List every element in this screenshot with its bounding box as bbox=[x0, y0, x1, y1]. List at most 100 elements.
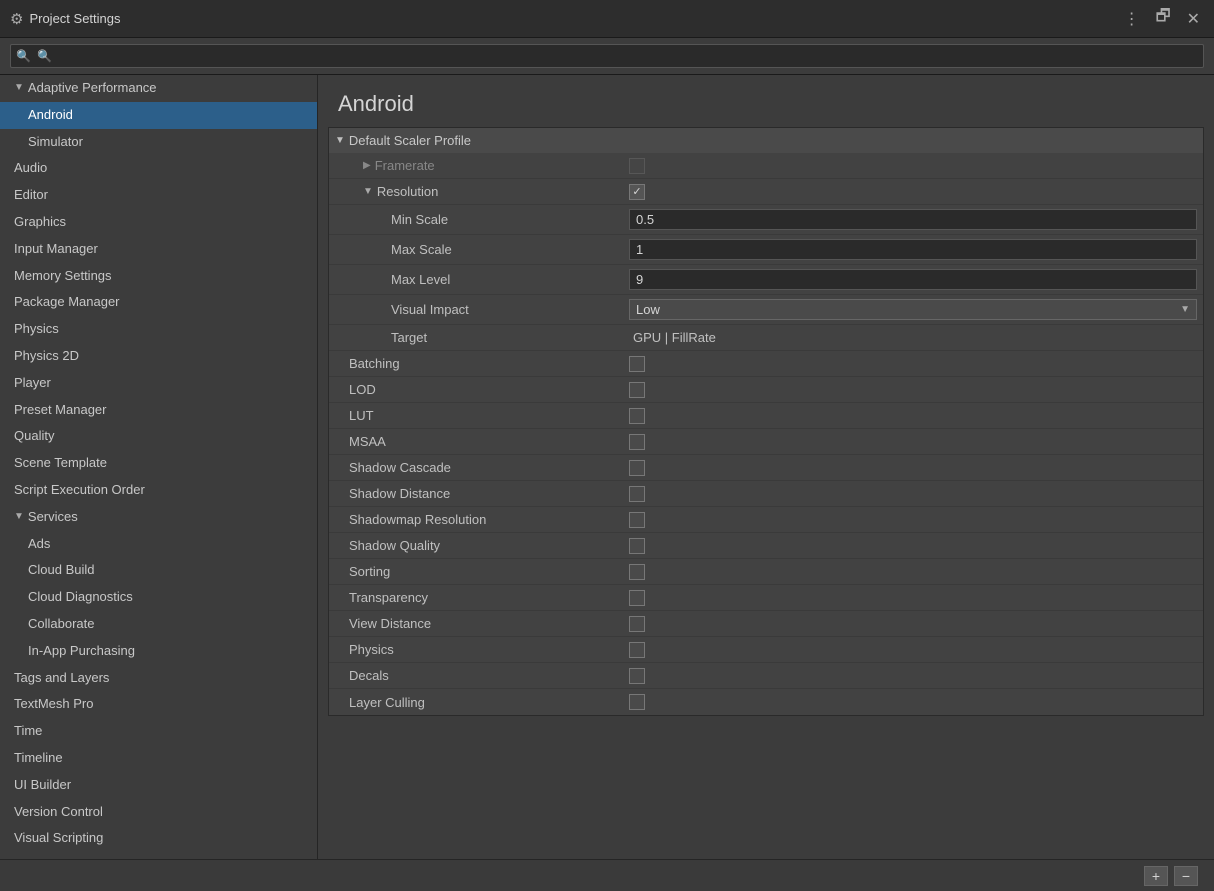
scaler-checkbox-4[interactable] bbox=[629, 460, 645, 476]
scaler-label-10: View Distance bbox=[349, 616, 629, 631]
bottom-toolbar: + − bbox=[0, 859, 1214, 891]
add-button[interactable]: + bbox=[1144, 866, 1168, 886]
sidebar-item-graphics[interactable]: Graphics bbox=[0, 209, 317, 236]
default-scaler-header[interactable]: Default Scaler Profile bbox=[329, 128, 1203, 153]
max_scale-field bbox=[629, 239, 1197, 260]
scaler-label-7: Shadow Quality bbox=[349, 538, 629, 553]
sidebar-item-audio[interactable]: Audio bbox=[0, 155, 317, 182]
scaler-checkbox-11[interactable] bbox=[629, 642, 645, 658]
visual_impact-label: Visual Impact bbox=[349, 302, 629, 317]
sidebar-item-label: Package Manager bbox=[14, 292, 120, 313]
sidebar-item-scene-template[interactable]: Scene Template bbox=[0, 450, 317, 477]
scaler-row-batching: Batching bbox=[329, 351, 1203, 377]
scaler-checkbox-10[interactable] bbox=[629, 616, 645, 632]
sidebar-item-time[interactable]: Time bbox=[0, 718, 317, 745]
sidebar-item-physics-2d[interactable]: Physics 2D bbox=[0, 343, 317, 370]
framerate-checkbox[interactable] bbox=[629, 158, 645, 174]
sidebar-item-editor[interactable]: Editor bbox=[0, 182, 317, 209]
max_scale-input[interactable] bbox=[629, 239, 1197, 260]
scaler-checkbox-2[interactable] bbox=[629, 408, 645, 424]
sidebar-item-quality[interactable]: Quality bbox=[0, 423, 317, 450]
visual_impact-dropdown[interactable]: Low▼ bbox=[629, 299, 1197, 320]
sidebar-item-services[interactable]: Services bbox=[0, 504, 317, 531]
sidebar-item-timeline[interactable]: Timeline bbox=[0, 745, 317, 772]
scaler-label-5: Shadow Distance bbox=[349, 486, 629, 501]
framerate-text: Framerate bbox=[375, 158, 435, 173]
scaler-checkbox-7[interactable] bbox=[629, 538, 645, 554]
scaler-row-transparency: Transparency bbox=[329, 585, 1203, 611]
sidebar-item-label: Timeline bbox=[14, 748, 63, 769]
content-header: Android bbox=[318, 75, 1214, 127]
framerate-arrow-icon bbox=[363, 160, 371, 171]
sidebar-item-label: Android bbox=[28, 105, 73, 126]
sidebar-item-label: Player bbox=[14, 373, 51, 394]
sidebar-item-cloud-diagnostics[interactable]: Cloud Diagnostics bbox=[0, 584, 317, 611]
scaler-checkbox-1[interactable] bbox=[629, 382, 645, 398]
target-row: Target GPU | FillRate bbox=[329, 325, 1203, 351]
scaler-checkbox-8[interactable] bbox=[629, 564, 645, 580]
scaler-row-msaa: MSAA bbox=[329, 429, 1203, 455]
sidebar-item-ui-builder[interactable]: UI Builder bbox=[0, 772, 317, 799]
scaler-checkbox-9[interactable] bbox=[629, 590, 645, 606]
sidebar-item-label: Preset Manager bbox=[14, 400, 107, 421]
max_level-field bbox=[629, 269, 1197, 290]
search-input[interactable] bbox=[10, 44, 1204, 68]
scaler-checkbox-3[interactable] bbox=[629, 434, 645, 450]
content-body: Default Scaler Profile Framerate Resolut… bbox=[318, 127, 1214, 859]
scaler-checkbox-6[interactable] bbox=[629, 512, 645, 528]
max_level-input[interactable] bbox=[629, 269, 1197, 290]
resolution-row: Resolution bbox=[329, 179, 1203, 205]
scaler-row-lut: LUT bbox=[329, 403, 1203, 429]
sidebar-item-textmesh-pro[interactable]: TextMesh Pro bbox=[0, 691, 317, 718]
scaler-checkbox-0[interactable] bbox=[629, 356, 645, 372]
scaler-value-5 bbox=[629, 486, 1197, 502]
close-button[interactable]: ✕ bbox=[1183, 7, 1204, 31]
sidebar-item-script-execution-order[interactable]: Script Execution Order bbox=[0, 477, 317, 504]
sidebar-item-player[interactable]: Player bbox=[0, 370, 317, 397]
arrow-icon bbox=[14, 509, 24, 525]
visual_impact-field: Low▼ bbox=[629, 299, 1197, 320]
min_scale-input[interactable] bbox=[629, 209, 1197, 230]
sidebar-item-label: Cloud Diagnostics bbox=[28, 587, 133, 608]
scaler-row-shadow-distance: Shadow Distance bbox=[329, 481, 1203, 507]
scaler-label-4: Shadow Cascade bbox=[349, 460, 629, 475]
maximize-button[interactable]: 🗗 bbox=[1152, 3, 1175, 34]
sidebar-item-collaborate[interactable]: Collaborate bbox=[0, 611, 317, 638]
sidebar-item-visual-scripting[interactable]: Visual Scripting bbox=[0, 825, 317, 852]
sidebar-item-android[interactable]: Android bbox=[0, 102, 317, 129]
sidebar-item-adaptive-performance[interactable]: Adaptive Performance bbox=[0, 75, 317, 102]
sidebar-item-label: Tags and Layers bbox=[14, 668, 109, 689]
menu-icon[interactable]: ⋮ bbox=[1120, 7, 1144, 31]
sidebar-item-input-manager[interactable]: Input Manager bbox=[0, 236, 317, 263]
sidebar-item-cloud-build[interactable]: Cloud Build bbox=[0, 557, 317, 584]
min_scale-field bbox=[629, 209, 1197, 230]
sidebar-item-ads[interactable]: Ads bbox=[0, 531, 317, 558]
sidebar-item-label: Simulator bbox=[28, 132, 83, 153]
scaler-row-shadowmap-resolution: Shadowmap Resolution bbox=[329, 507, 1203, 533]
scaler-label-8: Sorting bbox=[349, 564, 629, 579]
resolution-value bbox=[629, 184, 1197, 200]
resolution-checkbox[interactable] bbox=[629, 184, 645, 200]
scaler-checkbox-12[interactable] bbox=[629, 668, 645, 684]
sidebar-item-package-manager[interactable]: Package Manager bbox=[0, 289, 317, 316]
scaler-row-view-distance: View Distance bbox=[329, 611, 1203, 637]
sidebar-item-in-app-purchasing[interactable]: In-App Purchasing bbox=[0, 638, 317, 665]
sidebar-item-version-control[interactable]: Version Control bbox=[0, 799, 317, 826]
scaler-checkbox-5[interactable] bbox=[629, 486, 645, 502]
framerate-value bbox=[629, 158, 1197, 174]
sidebar-item-simulator[interactable]: Simulator bbox=[0, 129, 317, 156]
scaler-value-8 bbox=[629, 564, 1197, 580]
max_scale-row: Max Scale bbox=[329, 235, 1203, 265]
target-field: GPU | FillRate bbox=[629, 330, 1197, 345]
sidebar-item-physics[interactable]: Physics bbox=[0, 316, 317, 343]
sidebar-item-preset-manager[interactable]: Preset Manager bbox=[0, 397, 317, 424]
remove-button[interactable]: − bbox=[1174, 866, 1198, 886]
sidebar-item-tags-and-layers[interactable]: Tags and Layers bbox=[0, 665, 317, 692]
sidebar-item-xr-plugin-management[interactable]: XR Plugin Management bbox=[0, 852, 317, 859]
content-area: Android Default Scaler Profile Framerate… bbox=[318, 75, 1214, 859]
scaler-checkbox-13[interactable] bbox=[629, 694, 645, 710]
max_level-label: Max Level bbox=[349, 272, 629, 287]
resolution-arrow-icon bbox=[363, 186, 373, 197]
sidebar-item-memory-settings[interactable]: Memory Settings bbox=[0, 263, 317, 290]
searchbar: 🔍 bbox=[0, 38, 1214, 75]
